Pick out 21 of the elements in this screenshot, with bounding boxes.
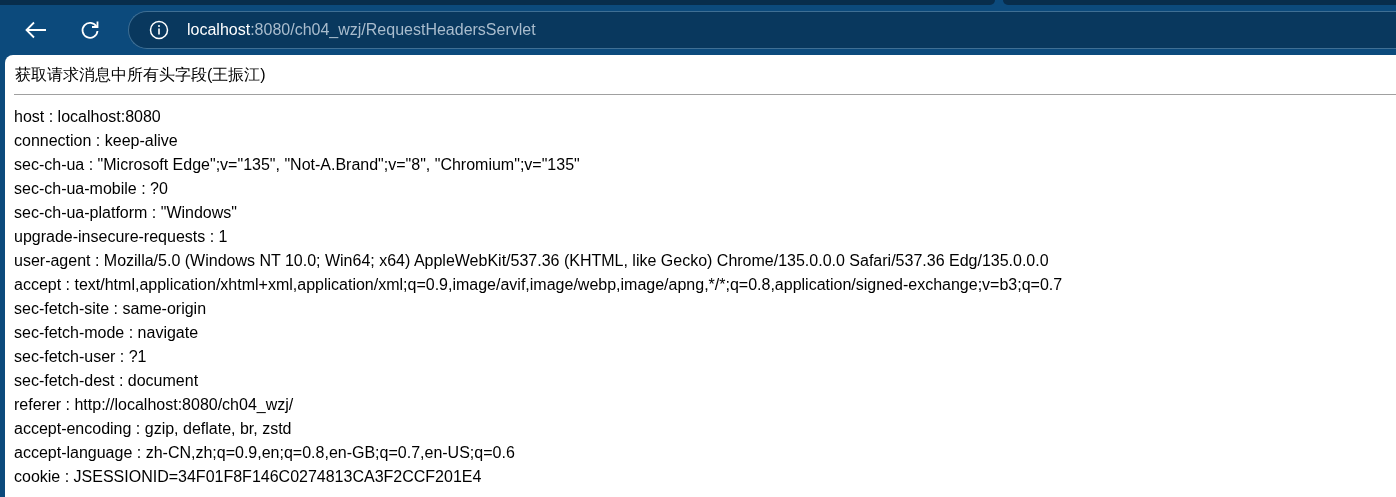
header-line: user-agent : Mozilla/5.0 (Windows NT 10.0; Win64; x64) AppleWebKit/537.36 (KHTML, like Gecko) Chrome/135.0.0.0 Safari/537.36 Edg/135.0.0.0: [14, 251, 1050, 271]
header-line: sec-fetch-mode : navigate: [14, 323, 200, 343]
header-line: accept : text/html,application/xhtml+xml,application/xml;q=0.9,image/avif,image/webp,image/apng,*/*;q=0.8,application/signed-exchange;v=b3;q=0.7: [14, 275, 1064, 295]
back-arrow-icon: [25, 21, 47, 39]
header-line: sec-fetch-user : ?1: [14, 347, 148, 367]
page-heading: 获取请求消息中所有头字段(王振江): [14, 65, 267, 85]
header-line: cookie : JSESSIONID=34F01F8F146C0274813CA3F2CCF201E4: [14, 467, 483, 487]
header-line: sec-ch-ua : "Microsoft Edge";v="135", "Not-A.Brand";v="8", "Chromium";v="135": [14, 155, 581, 175]
header-line: host : localhost:8080: [14, 107, 162, 127]
header-line: sec-fetch-dest : document: [14, 371, 200, 391]
address-bar[interactable]: localhost:8080/ch04_wzj/RequestHeadersServlet: [128, 11, 1396, 49]
header-line: upgrade-insecure-requests : 1: [14, 227, 229, 247]
header-line: sec-ch-ua-mobile : ?0: [14, 179, 169, 199]
header-line: accept-encoding : gzip, deflate, br, zstd: [14, 419, 293, 439]
header-line: referer : http://localhost:8080/ch04_wzj/: [14, 395, 295, 415]
info-icon: [149, 20, 169, 40]
header-line: connection : keep-alive: [14, 131, 179, 151]
header-line: accept-language : zh-CN,zh;q=0.9,en;q=0.8,en-GB;q=0.7,en-US;q=0.6: [14, 443, 516, 463]
header-line: sec-fetch-site : same-origin: [14, 299, 208, 319]
refresh-icon: [80, 20, 100, 40]
header-line: sec-ch-ua-platform : "Windows": [14, 203, 238, 223]
